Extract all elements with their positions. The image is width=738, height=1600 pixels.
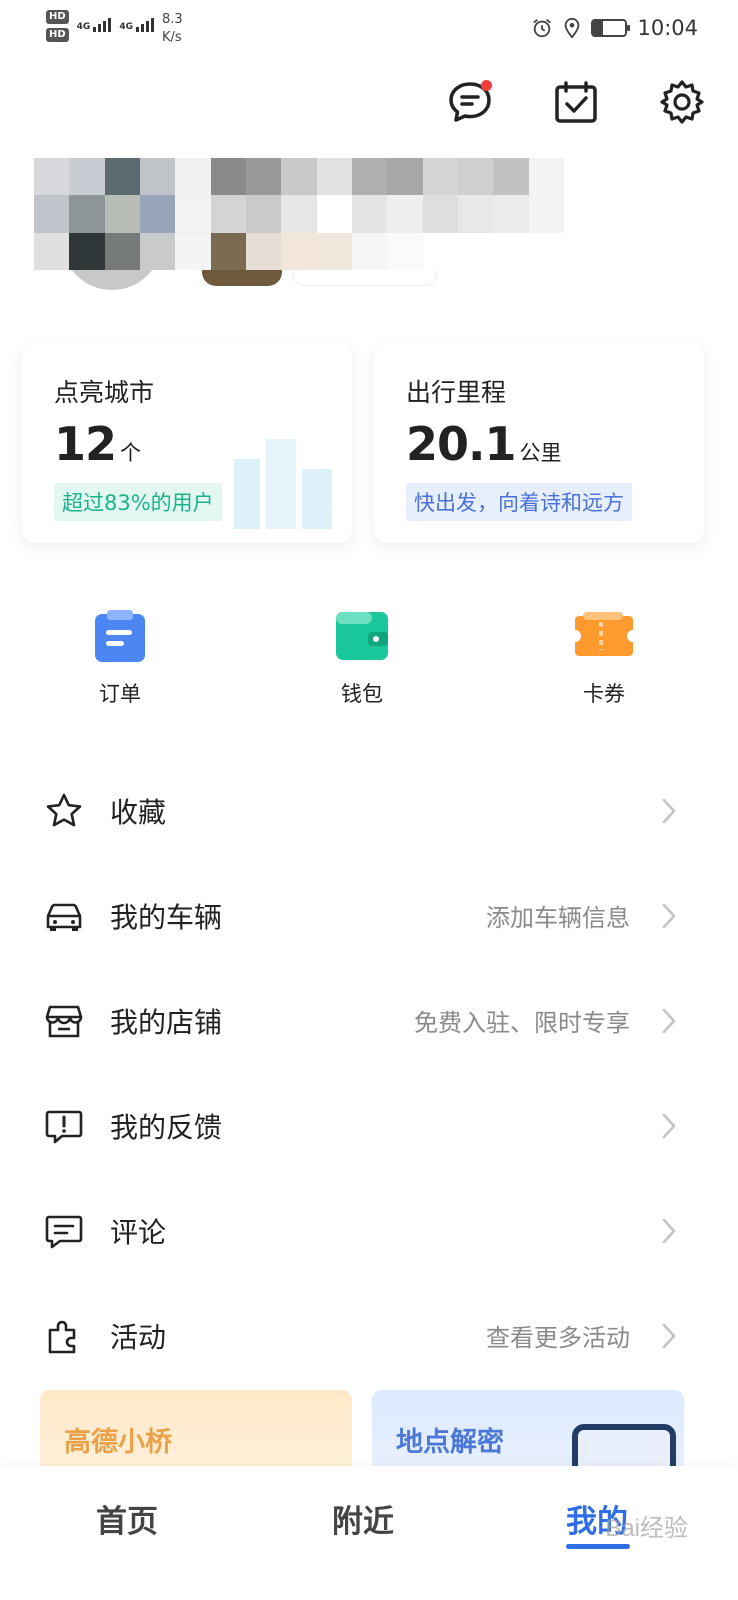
mileage-label: 出行里程	[406, 378, 507, 407]
menu-item-my-store[interactable]: 我的店铺 免费入驻、限时专享	[0, 968, 738, 1073]
promo-title: 高德小桥	[64, 1427, 172, 1458]
menu-item-my-vehicles[interactable]: 我的车辆 添加车辆信息	[0, 863, 738, 968]
feedback-icon	[45, 1110, 83, 1144]
wallet-shortcut[interactable]: 钱包	[302, 608, 422, 708]
my-feedback-label: 我的反馈	[110, 1110, 223, 1144]
store-promo-hint: 免费入驻、限时专享	[414, 1009, 630, 1037]
comment-icon	[45, 1215, 83, 1249]
wallet-icon	[336, 612, 388, 660]
coupons-shortcut[interactable]: 卡券	[544, 608, 664, 708]
cities-label: 点亮城市	[54, 378, 155, 407]
menu-item-favorites[interactable]: 收藏	[0, 758, 738, 863]
chevron-right-icon	[662, 1323, 676, 1349]
coupons-label: 卡券	[583, 682, 625, 706]
bottom-tab-bar: 首页 附近 我的 Bai经验	[0, 1466, 738, 1600]
activities-label: 活动	[110, 1320, 167, 1354]
add-vehicle-hint: 添加车辆信息	[486, 904, 630, 932]
ticket-icon	[575, 612, 633, 656]
star-icon	[46, 793, 82, 827]
more-activities-hint: 查看更多活动	[486, 1324, 630, 1352]
favorites-label: 收藏	[110, 795, 167, 829]
car-icon	[46, 903, 82, 931]
sim-indicators: HD HD	[46, 10, 69, 42]
chevron-right-icon	[662, 1008, 676, 1034]
lit-cities-card[interactable]: 点亮城市 12 个 超过83%的用户	[22, 343, 352, 543]
top-actions	[446, 78, 706, 126]
gear-icon	[660, 80, 704, 124]
mileage-number: 20.1	[406, 417, 516, 471]
orders-label: 订单	[99, 682, 141, 706]
signal-2-icon: 4G	[119, 18, 154, 32]
checkin-button[interactable]	[552, 78, 600, 126]
location-icon	[565, 17, 580, 39]
mileage-value: 20.1 公里	[406, 417, 562, 471]
signal-1-icon: 4G	[77, 18, 112, 32]
city-buildings-illustration	[234, 439, 332, 529]
active-tab-indicator	[566, 1544, 630, 1549]
status-right: 10:04	[531, 16, 698, 40]
chevron-right-icon	[662, 1218, 676, 1244]
notification-dot	[481, 80, 492, 91]
cities-unit: 个	[120, 441, 142, 465]
chevron-right-icon	[662, 903, 676, 929]
mileage-tag: 快出发，向着诗和远方	[406, 483, 632, 521]
puzzle-icon	[48, 1320, 76, 1354]
battery-icon	[591, 19, 631, 37]
wallet-label: 钱包	[341, 682, 383, 706]
clipboard-icon	[95, 610, 145, 662]
menu-item-comments[interactable]: 评论	[0, 1178, 738, 1283]
comments-label: 评论	[110, 1215, 167, 1249]
tab-home[interactable]: 首页	[96, 1496, 158, 1541]
my-vehicles-label: 我的车辆	[110, 900, 223, 934]
menu-item-activities[interactable]: 活动 查看更多活动	[0, 1283, 738, 1388]
blurred-user-info	[34, 158, 564, 270]
cities-tag: 超过83%的用户	[54, 483, 222, 521]
my-store-label: 我的店铺	[110, 1005, 223, 1039]
sim1-hd-badge: HD	[46, 10, 69, 24]
promo-title: 地点解密	[396, 1427, 504, 1458]
alarm-icon	[533, 19, 552, 38]
chevron-right-icon	[662, 1113, 676, 1139]
settings-button[interactable]	[658, 78, 706, 126]
messages-button[interactable]	[446, 78, 494, 126]
status-bar: HD HD 4G 4G 8.3 K/s 10:04	[0, 0, 738, 60]
store-icon	[45, 1005, 83, 1038]
mileage-unit: 公里	[519, 441, 562, 465]
network-speed: 8.3 K/s	[161, 12, 183, 45]
menu-list: 收藏 我的车辆 添加车辆信息 我的店铺 免费入驻、限时专享 我的反馈 评论 活动…	[0, 758, 738, 1388]
sim2-hd-badge: HD	[46, 28, 69, 42]
status-left: HD HD 4G 4G 8.3 K/s	[46, 10, 183, 46]
calendar-check-icon	[555, 81, 597, 123]
watermark: Bai经验	[605, 1515, 688, 1542]
menu-item-my-feedback[interactable]: 我的反馈	[0, 1073, 738, 1178]
profile-header[interactable]	[34, 158, 564, 290]
travel-mileage-card[interactable]: 出行里程 20.1 公里 快出发，向着诗和远方	[374, 343, 704, 543]
cities-value: 12 个	[54, 417, 141, 471]
clock: 10:04	[637, 16, 698, 40]
cities-number: 12	[54, 417, 117, 471]
chevron-right-icon	[662, 798, 676, 824]
orders-shortcut[interactable]: 订单	[60, 608, 180, 708]
tab-nearby[interactable]: 附近	[332, 1496, 394, 1541]
quick-actions: 订单 钱包 卡券	[0, 608, 738, 718]
